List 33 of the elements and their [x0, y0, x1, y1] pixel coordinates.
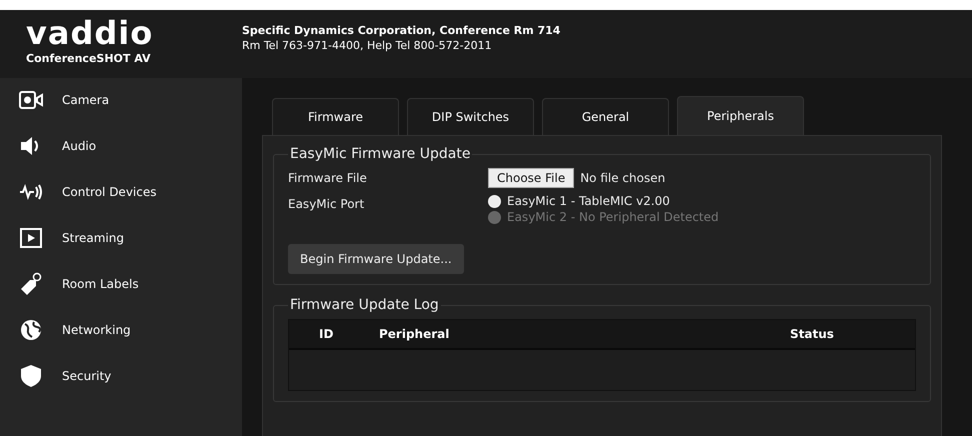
- tab[interactable]: General: [542, 98, 669, 135]
- room-title: Specific Dynamics Corporation, Conference Rm 714: [242, 24, 560, 37]
- column-header: Peripheral: [379, 327, 450, 341]
- room-contact: Rm Tel 763-971-4400, Help Tel 800-572-2011: [242, 39, 493, 52]
- sidebar-item[interactable]: Audio: [62, 139, 96, 153]
- tab[interactable]: DIP Switches: [407, 98, 534, 135]
- file-status: No file chosen: [580, 170, 666, 187]
- section-title: EasyMic Firmware Update: [289, 146, 472, 162]
- logo: vaddio: [26, 16, 154, 50]
- begin-update-button[interactable]: Begin Firmware Update...: [288, 244, 464, 274]
- tab[interactable]: Peripherals: [677, 96, 804, 135]
- product-name: ConferenceSHOT AV: [26, 52, 152, 65]
- field-label: Firmware File: [288, 170, 368, 187]
- sidebar-item[interactable]: Streaming: [62, 231, 124, 245]
- column-header: ID: [318, 327, 334, 341]
- tag-icon: [19, 272, 43, 296]
- column-header: Status: [790, 327, 834, 341]
- sidebar-item[interactable]: Networking: [62, 323, 131, 337]
- radio-label: EasyMic 1 - TableMIC v2.00: [507, 194, 670, 208]
- shield-icon: [19, 364, 43, 388]
- tab[interactable]: Firmware: [272, 98, 399, 135]
- sidebar-item[interactable]: Control Devices: [62, 185, 156, 199]
- globe-icon: [19, 318, 43, 342]
- sidebar-item[interactable]: Camera: [62, 93, 110, 107]
- field-label: EasyMic Port: [288, 196, 366, 213]
- choose-file-button[interactable]: Choose File: [488, 168, 574, 188]
- play-icon: [19, 226, 43, 250]
- radio-button[interactable]: [488, 194, 501, 208]
- radio-label: EasyMic 2 - No Peripheral Detected: [507, 210, 719, 224]
- section-title: Firmware Update Log: [289, 297, 440, 313]
- sidebar-item[interactable]: Security: [62, 369, 112, 383]
- sidebar-item[interactable]: Room Labels: [62, 277, 139, 291]
- camera-icon: [19, 88, 43, 112]
